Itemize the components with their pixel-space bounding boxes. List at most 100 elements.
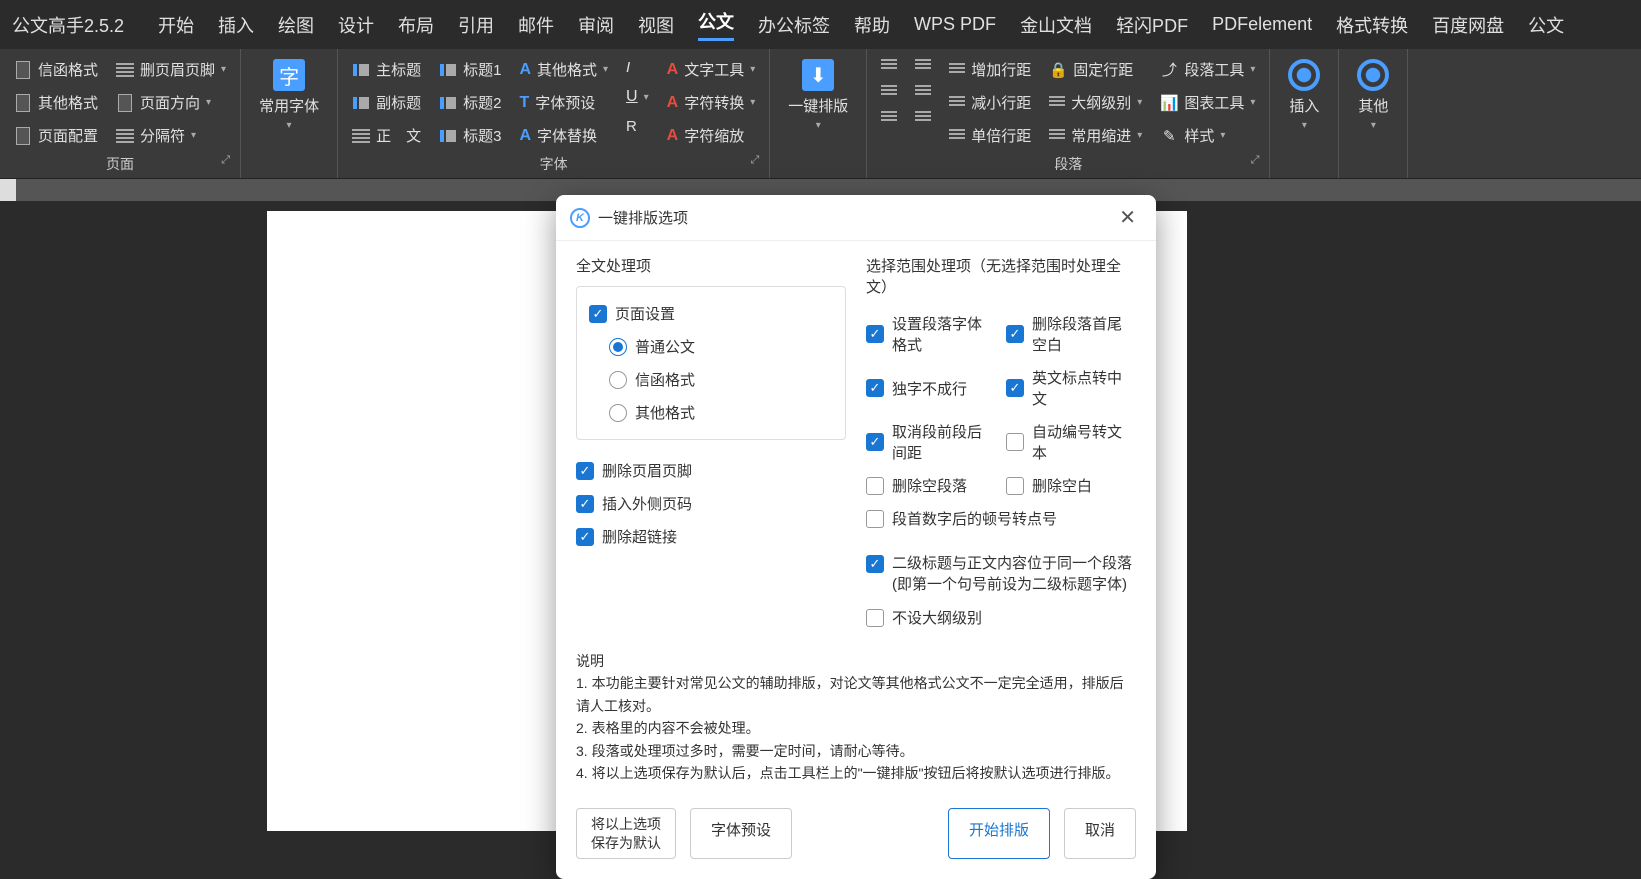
btn-align-3[interactable]: [875, 107, 903, 129]
checkbox-icon: [866, 609, 884, 627]
ribbon-group-other: 其他▾: [1339, 49, 1408, 178]
range-section-title: 选择范围处理项（无选择范围时处理全文）: [866, 255, 1136, 297]
btn-separator[interactable]: 分隔符▾: [110, 121, 232, 150]
btn-text-tools[interactable]: A文字工具▾: [661, 55, 762, 84]
menu-view[interactable]: 视图: [638, 12, 674, 38]
chk-page-setup[interactable]: ✓页面设置: [589, 297, 833, 330]
menu-layout[interactable]: 布局: [398, 12, 434, 38]
chk-del-hyperlink[interactable]: ✓删除超链接: [576, 520, 846, 553]
menu-kingsoft[interactable]: 金山文档: [1020, 12, 1092, 38]
chk-auto-num-text[interactable]: 自动编号转文本: [1006, 415, 1136, 469]
menu-insert[interactable]: 插入: [218, 12, 254, 38]
checkbox-icon: ✓: [1006, 325, 1024, 343]
btn-align-5[interactable]: [909, 81, 937, 103]
menu-design[interactable]: 设计: [338, 12, 374, 38]
btn-fixed-spacing[interactable]: 🔒固定行距: [1043, 55, 1148, 84]
btn-char-convert[interactable]: A字符转换▾: [661, 88, 762, 117]
font-launcher-icon[interactable]: ⤢: [750, 154, 759, 167]
btn-one-key-layout[interactable]: ⬇ 一键排版▾: [778, 55, 858, 135]
btn-align-1[interactable]: [875, 55, 903, 77]
radio-other-format[interactable]: 其他格式: [589, 396, 833, 429]
menu-mail[interactable]: 邮件: [518, 12, 554, 38]
chk-insert-page-num[interactable]: ✓插入外侧页码: [576, 487, 846, 520]
btn-single-spacing[interactable]: 单倍行距: [943, 121, 1037, 150]
menu-ref[interactable]: 引用: [458, 12, 494, 38]
menu-gongwen-2[interactable]: 公文: [1528, 12, 1564, 38]
btn-char-shrink[interactable]: A字符缩放: [661, 121, 762, 150]
btn-font-preset-dlg[interactable]: 字体预设: [690, 808, 792, 858]
radio-icon: [609, 338, 627, 356]
btn-font-replace[interactable]: A字体替换: [513, 121, 614, 150]
btn-cancel[interactable]: 取消: [1064, 808, 1136, 858]
btn-align-4[interactable]: [909, 55, 937, 77]
checkbox-icon: ✓: [866, 433, 884, 451]
chk-del-para-whitespace[interactable]: ✓删除段落首尾空白: [1006, 307, 1136, 361]
btn-h3[interactable]: 标题3: [433, 121, 507, 150]
menu-review[interactable]: 审阅: [578, 12, 614, 38]
menu-help[interactable]: 帮助: [854, 12, 890, 38]
chk-del-empty-para[interactable]: 删除空段落: [866, 469, 996, 502]
btn-body[interactable]: 正 文: [346, 121, 427, 150]
btn-h2[interactable]: 标题2: [433, 88, 507, 117]
btn-page-config[interactable]: 页面配置: [8, 121, 104, 150]
menu-wps-pdf[interactable]: WPS PDF: [914, 14, 996, 35]
btn-main-title[interactable]: 主标题: [346, 55, 427, 84]
btn-italic[interactable]: I: [620, 55, 655, 80]
menu-baidu[interactable]: 百度网盘: [1432, 12, 1504, 38]
btn-r[interactable]: R: [620, 114, 655, 139]
ribbon-group-para: 增加行距 减小行距 单倍行距 🔒固定行距 大纲级别▾ 常用缩进▾ ⤴段落工具▾ …: [867, 49, 1270, 178]
chk-del-whitespace[interactable]: 删除空白: [1006, 469, 1136, 502]
dialog-logo-icon: K: [570, 208, 590, 228]
btn-h1[interactable]: 标题1: [433, 55, 507, 84]
close-icon[interactable]: ✕: [1113, 205, 1142, 230]
menu-lightpdf[interactable]: 轻闪PDF: [1116, 12, 1188, 38]
btn-align-6[interactable]: [909, 107, 937, 129]
btn-start-layout[interactable]: 开始排版: [948, 808, 1050, 858]
btn-para-tools[interactable]: ⤴段落工具▾: [1154, 55, 1261, 84]
chk-set-para-font[interactable]: ✓设置段落字体格式: [866, 307, 996, 361]
btn-outline-level[interactable]: 大纲级别▾: [1043, 88, 1148, 117]
chk-second-title[interactable]: ✓二级标题与正文内容位于同一个段落 (即第一个句号前设为二级标题字体): [866, 547, 1136, 601]
btn-inc-spacing[interactable]: 增加行距: [943, 55, 1037, 84]
btn-common-font[interactable]: 字 常用字体▾: [249, 55, 329, 135]
chk-cancel-para-spacing[interactable]: ✓取消段前段后间距: [866, 415, 996, 469]
btn-insert-large[interactable]: 插入▾: [1278, 55, 1330, 135]
a-icon: A: [519, 61, 531, 79]
menu-draw[interactable]: 绘图: [278, 12, 314, 38]
chk-single-char[interactable]: ✓独字不成行: [866, 361, 996, 415]
radio-letter-format[interactable]: 信函格式: [589, 363, 833, 396]
btn-save-default[interactable]: 将以上选项 保存为默认: [576, 808, 676, 858]
menu-start[interactable]: 开始: [158, 12, 194, 38]
btn-page-orient[interactable]: 页面方向▾: [110, 88, 232, 117]
menu-office-tabs[interactable]: 办公标签: [758, 12, 830, 38]
btn-del-header-footer[interactable]: 删页眉页脚▾: [110, 55, 232, 84]
radio-icon: [609, 371, 627, 389]
page-launcher-icon[interactable]: ⤢: [221, 154, 230, 167]
circle-icon: [1357, 59, 1389, 91]
checkbox-icon: [1006, 433, 1024, 451]
btn-dec-spacing[interactable]: 减小行距: [943, 88, 1037, 117]
btn-letter-format[interactable]: 信函格式: [8, 55, 104, 84]
btn-align-2[interactable]: [875, 81, 903, 103]
btn-underline[interactable]: U▾: [620, 84, 655, 110]
chk-del-header-footer[interactable]: ✓删除页眉页脚: [576, 454, 846, 487]
radio-normal-doc[interactable]: 普通公文: [589, 330, 833, 363]
chk-para-num-dot[interactable]: 段首数字后的顿号转点号: [866, 502, 1136, 535]
menu-pdfelement[interactable]: PDFelement: [1212, 14, 1312, 35]
btn-other-large[interactable]: 其他▾: [1347, 55, 1399, 135]
btn-font-other-format[interactable]: A其他格式▾: [513, 55, 614, 84]
para-launcher-icon[interactable]: ⤢: [1251, 154, 1260, 167]
ribbon-group-onekey: ⬇ 一键排版▾: [770, 49, 867, 178]
btn-font-preset[interactable]: T字体预设: [513, 88, 614, 117]
chk-no-outline[interactable]: 不设大纲级别: [866, 601, 1136, 634]
menu-gongwen[interactable]: 公文: [698, 8, 734, 41]
btn-style[interactable]: ✎样式▾: [1154, 121, 1261, 150]
chk-en-punct-cn[interactable]: ✓英文标点转中文: [1006, 361, 1136, 415]
menubar: 公文高手2.5.2 开始 插入 绘图 设计 布局 引用 邮件 审阅 视图 公文 …: [0, 0, 1641, 49]
btn-chart-tools[interactable]: 📊图表工具▾: [1154, 88, 1261, 117]
red-a-icon: A: [667, 127, 679, 145]
btn-common-indent[interactable]: 常用缩进▾: [1043, 121, 1148, 150]
btn-other-format[interactable]: 其他格式: [8, 88, 104, 117]
btn-sub-title[interactable]: 副标题: [346, 88, 427, 117]
menu-format-convert[interactable]: 格式转换: [1336, 12, 1408, 38]
